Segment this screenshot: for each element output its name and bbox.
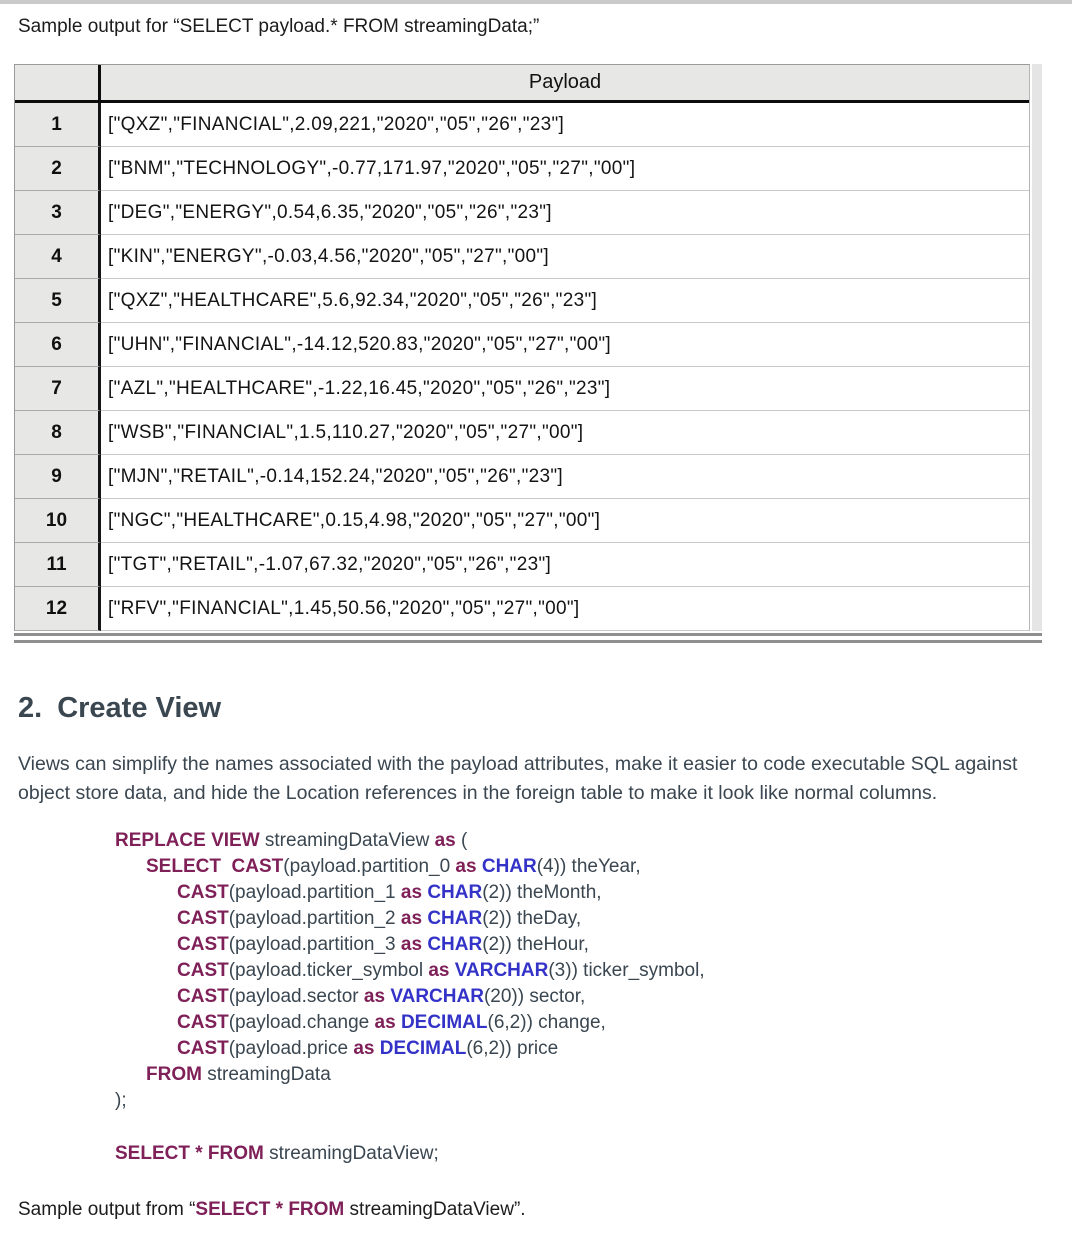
payload-cell: ["DEG","ENERGY",0.54,6.35,"2020","05","2… [101,191,1029,235]
bottom-caption-sql-keywords: SELECT * FROM [195,1199,344,1220]
sql-code-block: REPLACE VIEW streamingDataView as (SELEC… [115,828,1072,1167]
code-line: CAST(payload.price as DECIMAL(6,2)) pric… [115,1036,1072,1062]
section-paragraph: Views can simplify the names associated … [18,750,1044,808]
code-line: SELECT * FROM streamingDataView; [115,1141,1072,1167]
row-number-cell: 12 [15,587,101,631]
table-row: 5["QXZ","HEALTHCARE",5.6,92.34,"2020","0… [15,279,1029,323]
table-row: 9["MJN","RETAIL",-0.14,152.24,"2020","05… [15,455,1029,499]
table-right-gutter [1032,64,1042,631]
row-number-cell: 2 [15,147,101,191]
row-number-cell: 7 [15,367,101,411]
table-row: 4["KIN","ENERGY",-0.03,4.56,"2020","05",… [15,235,1029,279]
code-line: FROM streamingData [115,1062,1072,1088]
payload-cell: ["QXZ","HEALTHCARE",5.6,92.34,"2020","05… [101,279,1029,323]
payload-column-header: Payload [101,65,1029,100]
table-row: 12["RFV","FINANCIAL",1.45,50.56,"2020","… [15,587,1029,631]
code-line: CAST(payload.change as DECIMAL(6,2)) cha… [115,1010,1072,1036]
payload-cell: ["RFV","FINANCIAL",1.45,50.56,"2020","05… [101,587,1029,631]
table-bottom-rule-1 [14,633,1042,636]
payload-cell: ["UHN","FINANCIAL",-14.12,520.83,"2020",… [101,323,1029,367]
table-header-row: Payload [15,65,1029,103]
row-number-cell: 1 [15,103,101,147]
row-number-cell: 3 [15,191,101,235]
row-number-header-cell [15,65,101,100]
code-line: ); [115,1088,1072,1114]
table-row: 6["UHN","FINANCIAL",-14.12,520.83,"2020"… [15,323,1029,367]
table-bottom-rule-2 [14,640,1042,643]
row-number-cell: 10 [15,499,101,543]
code-line: SELECT CAST(payload.partition_0 as CHAR(… [115,854,1072,880]
payload-cell: ["BNM","TECHNOLOGY",-0.77,171.97,"2020",… [101,147,1029,191]
row-number-cell: 5 [15,279,101,323]
payload-cell: ["KIN","ENERGY",-0.03,4.56,"2020","05","… [101,235,1029,279]
table-row: 2["BNM","TECHNOLOGY",-0.77,171.97,"2020"… [15,147,1029,191]
payload-cell: ["AZL","HEALTHCARE",-1.22,16.45,"2020","… [101,367,1029,411]
result-grid: Payload 1["QXZ","FINANCIAL",2.09,221,"20… [14,64,1030,631]
section-heading: 2. Create View [18,692,1072,725]
window-top-edge [0,0,1072,4]
section-number: 2. [18,692,42,724]
row-number-cell: 11 [15,543,101,587]
table-row: 3["DEG","ENERGY",0.54,6.35,"2020","05","… [15,191,1029,235]
code-line: CAST(payload.sector as VARCHAR(20)) sect… [115,984,1072,1010]
code-line: CAST(payload.ticker_symbol as VARCHAR(3)… [115,958,1072,984]
row-number-cell: 6 [15,323,101,367]
table-row: 7["AZL","HEALTHCARE",-1.22,16.45,"2020",… [15,367,1029,411]
code-line: CAST(payload.partition_1 as CHAR(2)) the… [115,880,1072,906]
payload-cell: ["NGC","HEALTHCARE",0.15,4.98,"2020","05… [101,499,1029,543]
row-number-cell: 4 [15,235,101,279]
sample-output-caption: Sample output for “SELECT payload.* FROM… [18,16,1072,38]
row-number-cell: 9 [15,455,101,499]
code-line: REPLACE VIEW streamingDataView as ( [115,828,1072,854]
code-blank-line [115,1114,1072,1141]
payload-cell: ["TGT","RETAIL",-1.07,67.32,"2020","05",… [101,543,1029,587]
row-number-cell: 8 [15,411,101,455]
table-row: 11["TGT","RETAIL",-1.07,67.32,"2020","05… [15,543,1029,587]
bottom-caption-suffix: streamingDataView”. [344,1199,525,1220]
payload-cell: ["MJN","RETAIL",-0.14,152.24,"2020","05"… [101,455,1029,499]
table-row: 10["NGC","HEALTHCARE",0.15,4.98,"2020","… [15,499,1029,543]
table-body: 1["QXZ","FINANCIAL",2.09,221,"2020","05"… [15,103,1029,631]
section-title: Create View [57,692,221,724]
code-line: CAST(payload.partition_3 as CHAR(2)) the… [115,932,1072,958]
payload-result-table: Payload 1["QXZ","FINANCIAL",2.09,221,"20… [14,64,1030,631]
payload-cell: ["QXZ","FINANCIAL",2.09,221,"2020","05",… [101,103,1029,147]
code-line: CAST(payload.partition_2 as CHAR(2)) the… [115,906,1072,932]
bottom-caption: Sample output from “SELECT * FROM stream… [18,1199,1072,1221]
table-row: 1["QXZ","FINANCIAL",2.09,221,"2020","05"… [15,103,1029,147]
payload-cell: ["WSB","FINANCIAL",1.5,110.27,"2020","05… [101,411,1029,455]
table-row: 8["WSB","FINANCIAL",1.5,110.27,"2020","0… [15,411,1029,455]
bottom-caption-prefix: Sample output from “ [18,1199,195,1220]
